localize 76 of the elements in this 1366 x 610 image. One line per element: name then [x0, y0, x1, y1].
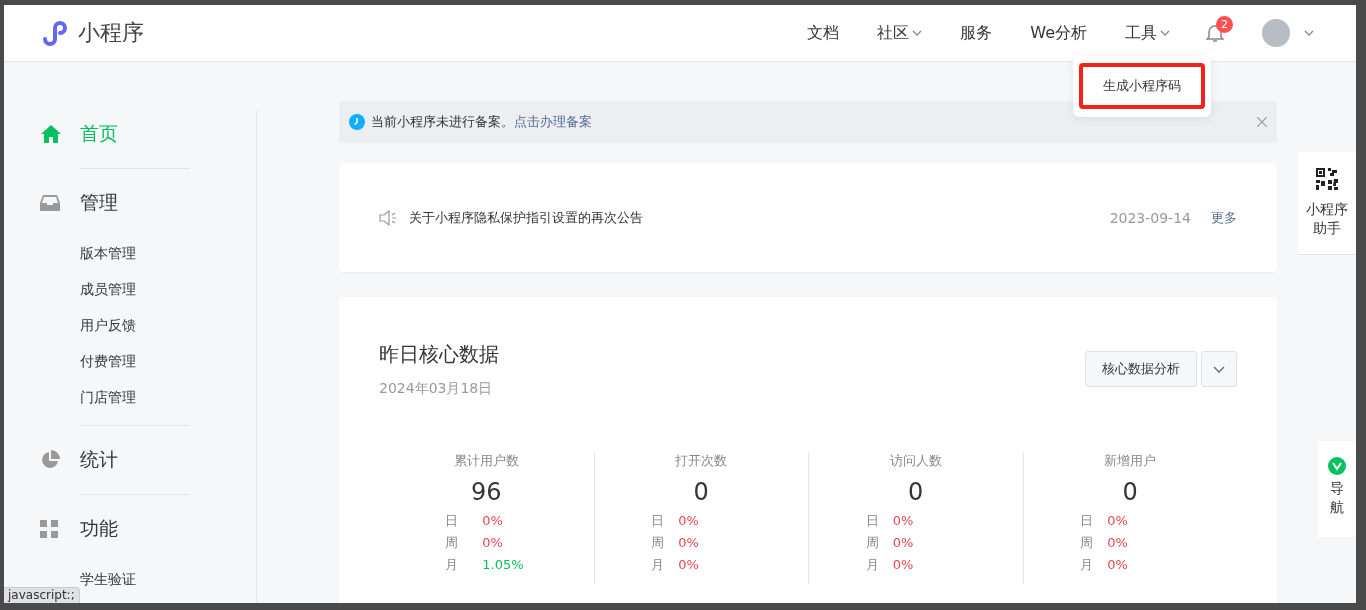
status-url: javascript:;	[4, 587, 80, 603]
stat-value: 0	[908, 478, 924, 506]
caret-icon	[1304, 30, 1314, 36]
stat-label: 累计用户数	[453, 452, 519, 470]
period-label: 日	[445, 512, 459, 530]
sidebar-subitem[interactable]: 成员管理	[80, 271, 256, 307]
sidebar-item[interactable]: 管理	[80, 190, 118, 216]
period-label: 日	[1080, 512, 1094, 530]
sidebar-subitem[interactable]: 用户反馈	[80, 307, 256, 343]
sidebar-item[interactable]: 功能	[80, 516, 118, 542]
change-value: 0%	[678, 556, 699, 574]
change-value: 0%	[678, 534, 699, 552]
notification-badge: 2	[1216, 16, 1233, 33]
sidebar-subitem[interactable]: 版本管理	[80, 235, 256, 271]
period-label: 月	[865, 556, 879, 574]
change-value: 0%	[678, 512, 699, 530]
grid-icon	[40, 520, 58, 538]
period-label: 月	[445, 556, 459, 574]
filing-link[interactable]: 点击办理备案	[514, 114, 592, 129]
home-icon	[40, 124, 62, 144]
section-title: 昨日核心数据	[379, 341, 499, 368]
period-label: 月	[651, 556, 665, 574]
float-tool-label: 导航	[1330, 478, 1344, 517]
stat-label: 新增用户	[1104, 452, 1157, 470]
change-value: 0%	[482, 534, 503, 552]
change-value: 0%	[482, 512, 503, 530]
caret-icon	[1213, 365, 1225, 373]
sidebar-item[interactable]: 统计	[80, 447, 118, 473]
dropdown-button[interactable]	[1201, 351, 1237, 387]
more-link[interactable]: 更多	[1211, 208, 1237, 227]
announcement-date: 2023-09-14	[1109, 209, 1191, 226]
sidebar-subitem[interactable]: 门店管理	[80, 379, 256, 415]
logo-icon	[40, 19, 70, 47]
period-label: 周	[651, 534, 665, 552]
inbox-icon	[40, 194, 60, 212]
nav-link[interactable]: 社区	[877, 22, 923, 44]
period-label: 日	[651, 512, 665, 530]
sidebar-subitem[interactable]: 学生验证	[80, 561, 256, 597]
avatar[interactable]	[1262, 19, 1290, 47]
change-value: 0%	[892, 556, 914, 574]
change-value: 0%	[1107, 534, 1128, 552]
nav-link[interactable]: 文档	[807, 22, 840, 44]
change-value: 0%	[1107, 512, 1128, 530]
pie-chart-icon	[40, 450, 60, 470]
change-value: 0%	[892, 534, 914, 552]
nav-link[interactable]: We分析	[1030, 22, 1087, 44]
date-text: 2024年03月18日	[379, 380, 494, 398]
stat-value: 0	[693, 478, 709, 506]
period-label: 日	[865, 512, 879, 530]
float-tool-label: 小程序助手	[1306, 200, 1348, 238]
float-tool-button[interactable]: 导航	[1318, 440, 1356, 537]
menu-item[interactable]: 生成小程序码	[1079, 62, 1205, 109]
change-value: 0%	[1107, 556, 1128, 574]
notice-text: 当前小程序未进行备案。点击办理备案	[371, 113, 592, 131]
stat-value: 0	[1122, 478, 1138, 506]
float-tool-button[interactable]: 小程序助手	[1298, 152, 1356, 255]
sidebar-subitem[interactable]: 付费管理	[80, 343, 256, 379]
nav-link[interactable]: 服务	[960, 22, 993, 44]
analysis-button[interactable]: 核心数据分析	[1085, 351, 1197, 387]
nav-link[interactable]: 工具	[1125, 22, 1170, 44]
stat-label: 打开次数	[675, 452, 728, 470]
announcement-text[interactable]: 关于小程序隐私保护指引设置的再次公告	[409, 208, 643, 227]
period-label: 周	[445, 534, 459, 552]
stat-label: 访问人数	[889, 452, 942, 470]
period-label: 周	[1080, 534, 1094, 552]
stat-value: 96	[470, 478, 502, 506]
close-icon[interactable]	[1257, 117, 1267, 127]
check-badge-icon	[1328, 456, 1346, 475]
logo-text: 小程序	[78, 19, 144, 47]
clock-icon	[349, 114, 365, 130]
qr-code-icon	[1316, 168, 1338, 190]
period-label: 周	[865, 534, 879, 552]
speaker-icon	[379, 209, 399, 226]
period-label: 月	[1080, 556, 1094, 574]
change-value: 1.05%	[482, 556, 524, 574]
change-value: 0%	[892, 512, 914, 530]
